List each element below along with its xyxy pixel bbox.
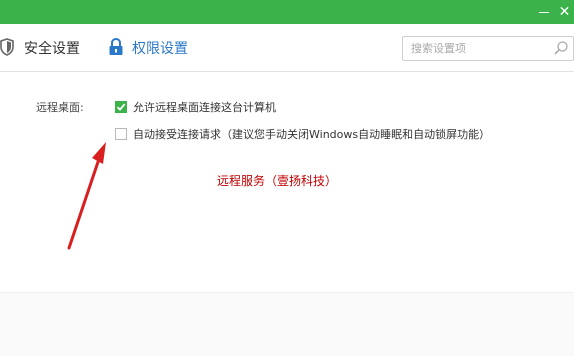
minimize-button[interactable] — [533, 4, 555, 20]
remote-desktop-label: 远程桌面: — [36, 101, 84, 114]
tab-security-settings[interactable]: 安全设置 — [0, 36, 80, 60]
bottom-area — [0, 292, 574, 356]
annotation-text: 远程服务（壹扬科技） — [217, 174, 338, 188]
search-input[interactable] — [403, 37, 551, 60]
close-icon: ✕ — [558, 4, 571, 20]
auto-accept-option[interactable]: 自动接受连接请求（建议您手动关闭Windows自动睡眠和自动锁屏功能） — [115, 126, 490, 142]
allow-remote-desktop-checkbox[interactable] — [115, 101, 127, 113]
tab-security-label: 安全设置 — [24, 41, 80, 57]
tab-permission-label: 权限设置 — [132, 41, 188, 57]
auto-accept-label: 自动接受连接请求（建议您手动关闭Windows自动睡眠和自动锁屏功能） — [133, 128, 491, 141]
tab-permission-settings[interactable]: 权限设置 — [108, 36, 188, 60]
close-button[interactable]: ✕ — [555, 2, 574, 22]
allow-remote-desktop-label: 允许远程桌面连接这台计算机 — [133, 101, 276, 114]
red-arrow-icon — [67, 142, 106, 250]
allow-remote-desktop-option[interactable]: 允许远程桌面连接这台计算机 — [115, 99, 276, 115]
search-icon[interactable] — [553, 40, 569, 56]
toolbar: 安全设置 权限设置 — [0, 24, 574, 72]
search-box — [402, 36, 574, 61]
title-bar: ✕ — [0, 0, 574, 24]
shield-icon — [0, 38, 18, 58]
lock-icon — [108, 38, 126, 58]
auto-accept-checkbox[interactable] — [115, 128, 127, 140]
